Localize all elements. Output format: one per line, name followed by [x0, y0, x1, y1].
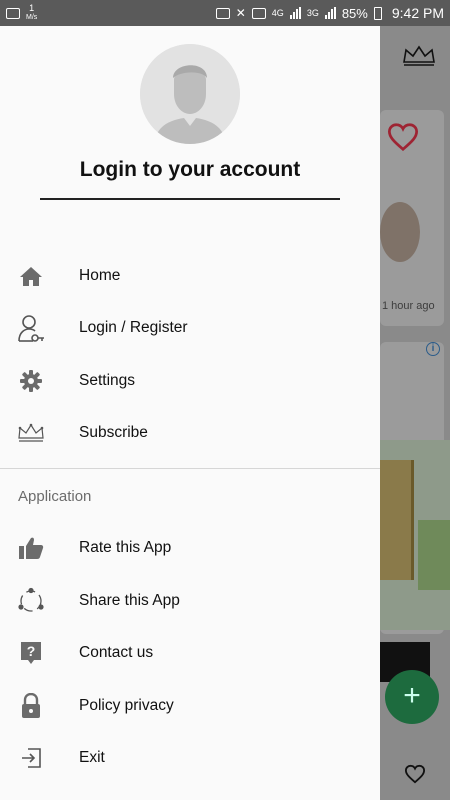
login-title[interactable]: Login to your account [0, 158, 380, 182]
notif-unit: M/s [26, 14, 38, 21]
exit-icon [16, 743, 46, 773]
data-speed-indicator: 1 M/s [26, 4, 37, 22]
navigation-drawer: Login to your account Home Login / Regis… [0, 26, 380, 800]
gear-icon [16, 366, 46, 396]
menu-item-label: Policy privacy [79, 697, 174, 714]
crown-icon [403, 45, 435, 66]
status-bar-right: ✕ 4G 3G 85% 9:42 PM [215, 5, 444, 21]
home-icon [16, 261, 46, 291]
crown-icon [16, 418, 46, 448]
sim-icon [251, 7, 266, 19]
network-4g-label: 4G [271, 7, 284, 18]
clock: 9:42 PM [391, 5, 444, 21]
title-underline [40, 198, 340, 200]
signal-2-icon [324, 7, 336, 19]
ad-image [380, 440, 450, 630]
network-3g-label: 3G [306, 7, 319, 18]
menu-item-subscribe[interactable]: Subscribe [0, 407, 380, 459]
share-icon [16, 586, 46, 616]
menu-item-label: Settings [79, 372, 136, 389]
background-app-content[interactable]: 1 hour ago i + [380, 26, 450, 800]
info-icon[interactable]: i [426, 342, 440, 356]
lock-icon [16, 691, 46, 721]
menu-item-share-app[interactable]: Share this App [0, 575, 380, 627]
status-bar: 1 M/s ✕ 4G 3G 85% 9:42 PM [0, 0, 450, 26]
menu-item-label: Login / Register [79, 319, 188, 336]
menu-item-label: Contact us [79, 644, 154, 661]
svg-text:?: ? [27, 643, 36, 659]
gallery-icon [6, 7, 20, 19]
menu-item-label: Exit [79, 749, 105, 766]
menu-item-contact-us[interactable]: ? Contact us [0, 627, 380, 679]
avatar[interactable] [140, 44, 240, 144]
battery-percent: 85% [341, 5, 368, 21]
status-bar-left: 1 M/s [6, 4, 37, 22]
post-time: 1 hour ago [382, 300, 435, 312]
menu-item-label: Rate this App [79, 539, 172, 556]
user-key-icon [16, 313, 46, 343]
menu-item-label: Share this App [79, 592, 180, 609]
signal-icon [289, 7, 301, 19]
section-divider [0, 468, 380, 469]
menu-item-policy-privacy[interactable]: Policy privacy [0, 680, 380, 732]
thumbs-up-icon [16, 533, 46, 563]
help-icon: ? [16, 638, 46, 668]
notif-count: 1 [29, 3, 35, 13]
nfc-icon [215, 7, 230, 19]
heart-icon[interactable] [386, 122, 420, 152]
menu-item-settings[interactable]: Settings [0, 355, 380, 407]
menu-item-label: Subscribe [79, 424, 148, 441]
add-fab-button[interactable]: + [385, 670, 439, 724]
menu-item-label: Home [79, 267, 121, 284]
avatar-placeholder-icon [140, 44, 240, 144]
menu-item-home[interactable]: Home [0, 250, 380, 302]
section-label-application: Application [18, 488, 92, 505]
favorites-icon[interactable] [404, 764, 426, 784]
post-image [380, 202, 420, 262]
menu-item-login-register[interactable]: Login / Register [0, 302, 380, 354]
mute-icon: ✕ [235, 6, 246, 20]
menu-item-exit[interactable]: Exit [0, 732, 380, 784]
battery-icon [373, 6, 382, 20]
menu-item-rate-app[interactable]: Rate this App [0, 522, 380, 574]
